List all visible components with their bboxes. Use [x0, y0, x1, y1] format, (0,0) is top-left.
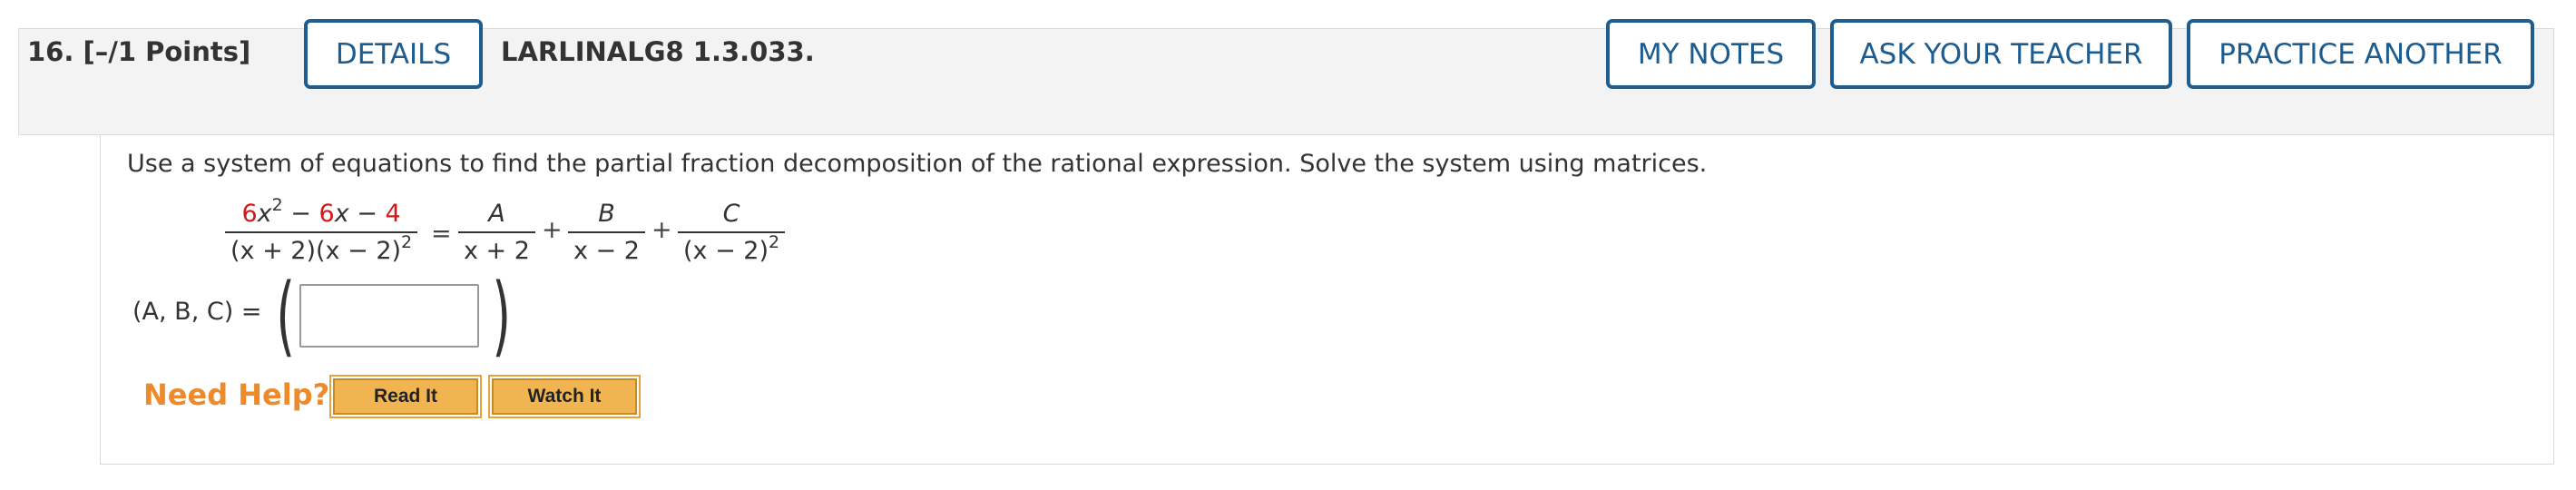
term1-numerator: A — [488, 200, 505, 228]
lhs-numerator: 6x2 − 6x − 4 — [236, 197, 406, 231]
lhs-exp-1: 2 — [271, 195, 283, 215]
term3-fraction: C (x − 2)2 — [678, 200, 786, 265]
answer-input[interactable] — [299, 284, 479, 348]
answer-open-paren: ( — [276, 265, 296, 367]
watch-it-button[interactable]: Watch It — [488, 375, 641, 418]
term1-denominator: x + 2 — [458, 231, 535, 263]
term2-fraction: B x − 2 — [568, 201, 645, 263]
plus-sign-2: + — [651, 216, 672, 244]
question-number: 16. — [27, 36, 74, 67]
my-notes-button[interactable]: MY NOTES — [1606, 19, 1816, 89]
lhs-coef-2: 6 — [318, 200, 335, 228]
lhs-den-text: (x + 2)(x − 2) — [230, 237, 402, 265]
term1-fraction: A x + 2 — [458, 201, 535, 263]
term2-numerator: B — [598, 200, 615, 228]
term2-denominator: x − 2 — [568, 231, 645, 263]
lhs-minus-1: − — [282, 200, 319, 228]
lhs-den-exp: 2 — [401, 232, 413, 252]
lhs-minus-2: − — [348, 200, 386, 228]
lhs-const: 4 — [385, 200, 401, 228]
question-points: [–/1 Points] — [83, 36, 251, 67]
lhs-denominator: (x + 2)(x − 2)2 — [225, 231, 418, 265]
question-number-points: 16. [–/1 Points] — [27, 36, 250, 67]
ask-your-teacher-button[interactable]: ASK YOUR TEACHER — [1830, 19, 2172, 89]
plus-sign-1: + — [542, 216, 563, 244]
term3-numerator: C — [722, 200, 740, 228]
term3-den-exp: 2 — [769, 232, 780, 252]
question-reference: LARLINALG8 1.3.033. — [501, 36, 815, 67]
lhs-var-2: x — [334, 200, 349, 228]
equals-sign: = — [431, 220, 452, 248]
lhs-var-1: x — [257, 200, 272, 228]
read-it-button[interactable]: Read It — [329, 375, 482, 418]
need-help-label: Need Help? — [143, 377, 330, 412]
details-button[interactable]: DETAILS — [304, 19, 483, 89]
answer-label: (A, B, C) = — [132, 298, 262, 326]
lhs-coef-1: 6 — [241, 200, 258, 228]
practice-another-button[interactable]: PRACTICE ANOTHER — [2187, 19, 2534, 89]
lhs-fraction: 6x2 − 6x − 4 (x + 2)(x − 2)2 — [225, 197, 418, 265]
question-prompt: Use a system of equations to find the pa… — [127, 150, 1708, 178]
term3-denominator: (x − 2)2 — [678, 231, 786, 265]
term3-den-text: (x − 2) — [683, 237, 769, 265]
answer-close-paren: ) — [492, 265, 512, 367]
